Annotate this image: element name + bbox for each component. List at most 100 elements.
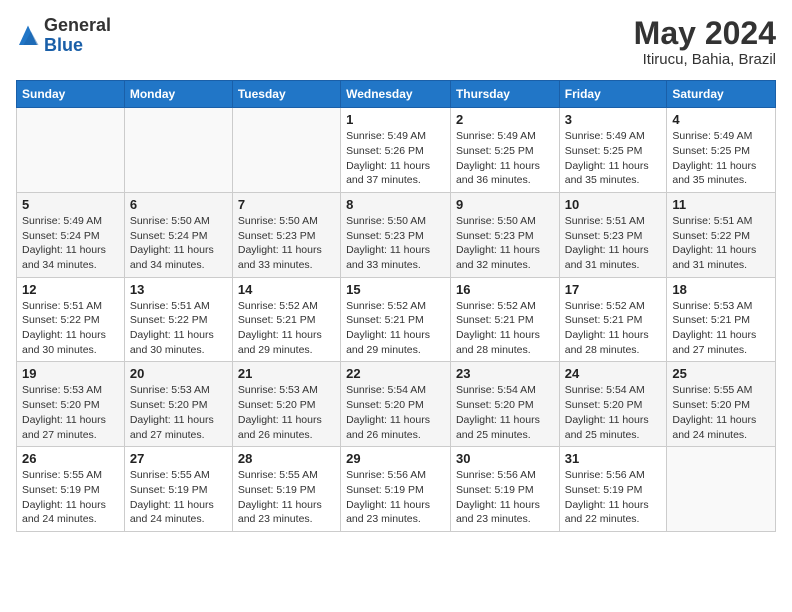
calendar-day-cell: 2Sunrise: 5:49 AM Sunset: 5:25 PM Daylig… — [450, 108, 559, 193]
day-info: Sunrise: 5:53 AM Sunset: 5:20 PM Dayligh… — [238, 383, 335, 442]
day-info: Sunrise: 5:51 AM Sunset: 5:22 PM Dayligh… — [130, 299, 227, 358]
day-info: Sunrise: 5:55 AM Sunset: 5:20 PM Dayligh… — [672, 383, 770, 442]
calendar-day-cell: 19 Sunrise: 5:53 AM Sunset: 5:20 PM Dayli… — [17, 362, 125, 447]
calendar-week-row: 19 Sunrise: 5:53 AM Sunset: 5:20 PM Dayli… — [17, 362, 776, 447]
logo-general-text: General — [44, 15, 111, 35]
day-info: Sunrise: 5:56 AM Sunset: 5:19 PM Dayligh… — [346, 468, 445, 527]
day-number: 7 — [238, 197, 335, 212]
calendar-title: May 2024 — [634, 16, 776, 51]
logo-blue-text: Blue — [44, 35, 83, 55]
day-info: Sunrise: 5:51 AM Sunset: 5:22 PM Dayligh… — [672, 214, 770, 273]
day-info: Sunrise: 5:55 AM Sunset: 5:19 PM Dayligh… — [130, 468, 227, 527]
day-number: 29 — [346, 451, 445, 466]
day-number: 18 — [672, 282, 770, 297]
weekday-header-cell: Thursday — [450, 81, 559, 108]
day-info: Sunrise: 5:55 AM Sunset: 5:19 PM Dayligh… — [238, 468, 335, 527]
day-info: Sunrise: 5:55 AM Sunset: 5:19 PM Dayligh… — [22, 468, 119, 527]
day-info: Sunrise: 5:49 AM Sunset: 5:25 PM Dayligh… — [565, 129, 662, 188]
day-number: 31 — [565, 451, 662, 466]
day-info: Sunrise: 5:52 AM Sunset: 5:21 PM Dayligh… — [346, 299, 445, 358]
day-number: 15 — [346, 282, 445, 297]
day-info: Sunrise: 5:50 AM Sunset: 5:23 PM Dayligh… — [456, 214, 554, 273]
calendar-table: SundayMondayTuesdayWednesdayThursdayFrid… — [16, 80, 776, 532]
calendar-day-cell: 27Sunrise: 5:55 AM Sunset: 5:19 PM Dayli… — [124, 447, 232, 532]
header: General Blue May 2024 Itirucu, Bahia, Br… — [16, 16, 776, 68]
day-number: 12 — [22, 282, 119, 297]
day-info: Sunrise: 5:52 AM Sunset: 5:21 PM Dayligh… — [565, 299, 662, 358]
day-info: Sunrise: 5:50 AM Sunset: 5:23 PM Dayligh… — [238, 214, 335, 273]
calendar-day-cell: 17 Sunrise: 5:52 AM Sunset: 5:21 PM Dayli… — [559, 277, 667, 362]
day-number: 17 — [565, 282, 662, 297]
calendar-day-cell: 31 Sunrise: 5:56 AM Sunset: 5:19 PM Dayli… — [559, 447, 667, 532]
day-info: Sunrise: 5:50 AM Sunset: 5:24 PM Dayligh… — [130, 214, 227, 273]
calendar-day-cell: 3 Sunrise: 5:49 AM Sunset: 5:25 PM Daylig… — [559, 108, 667, 193]
day-number: 5 — [22, 197, 119, 212]
day-info: Sunrise: 5:54 AM Sunset: 5:20 PM Dayligh… — [565, 383, 662, 442]
day-number: 10 — [565, 197, 662, 212]
calendar-day-cell — [232, 108, 340, 193]
day-info: Sunrise: 5:52 AM Sunset: 5:21 PM Dayligh… — [238, 299, 335, 358]
day-number: 20 — [130, 366, 227, 381]
weekday-header-cell: Monday — [124, 81, 232, 108]
day-info: Sunrise: 5:49 AM Sunset: 5:25 PM Dayligh… — [456, 129, 554, 188]
day-number: 30 — [456, 451, 554, 466]
day-number: 16 — [456, 282, 554, 297]
calendar-day-cell: 13Sunrise: 5:51 AM Sunset: 5:22 PM Dayli… — [124, 277, 232, 362]
calendar-day-cell: 30Sunrise: 5:56 AM Sunset: 5:19 PM Dayli… — [450, 447, 559, 532]
calendar-day-cell: 12 Sunrise: 5:51 AM Sunset: 5:22 PM Dayli… — [17, 277, 125, 362]
weekday-header-cell: Tuesday — [232, 81, 340, 108]
logo: General Blue — [16, 16, 111, 56]
calendar-day-cell: 29 Sunrise: 5:56 AM Sunset: 5:19 PM Dayli… — [341, 447, 451, 532]
calendar-day-cell: 15 Sunrise: 5:52 AM Sunset: 5:21 PM Dayli… — [341, 277, 451, 362]
day-info: Sunrise: 5:54 AM Sunset: 5:20 PM Dayligh… — [346, 383, 445, 442]
calendar-day-cell: 9 Sunrise: 5:50 AM Sunset: 5:23 PM Daylig… — [450, 192, 559, 277]
calendar-week-row: 12 Sunrise: 5:51 AM Sunset: 5:22 PM Dayli… — [17, 277, 776, 362]
calendar-day-cell: 1 Sunrise: 5:49 AM Sunset: 5:26 PM Daylig… — [341, 108, 451, 193]
calendar-day-cell: 8Sunrise: 5:50 AM Sunset: 5:23 PM Daylig… — [341, 192, 451, 277]
calendar-day-cell: 14Sunrise: 5:52 AM Sunset: 5:21 PM Dayli… — [232, 277, 340, 362]
weekday-header-cell: Wednesday — [341, 81, 451, 108]
day-info: Sunrise: 5:51 AM Sunset: 5:22 PM Dayligh… — [22, 299, 119, 358]
calendar-day-cell: 25 Sunrise: 5:55 AM Sunset: 5:20 PM Dayli… — [667, 362, 776, 447]
calendar-day-cell: 6 Sunrise: 5:50 AM Sunset: 5:24 PM Daylig… — [124, 192, 232, 277]
calendar-day-cell: 18Sunrise: 5:53 AM Sunset: 5:21 PM Dayli… — [667, 277, 776, 362]
day-number: 11 — [672, 197, 770, 212]
calendar-week-row: 5Sunrise: 5:49 AM Sunset: 5:24 PM Daylig… — [17, 192, 776, 277]
calendar-day-cell: 23 Sunrise: 5:54 AM Sunset: 5:20 PM Dayli… — [450, 362, 559, 447]
day-info: Sunrise: 5:49 AM Sunset: 5:25 PM Dayligh… — [672, 129, 770, 188]
day-number: 6 — [130, 197, 227, 212]
calendar-day-cell — [17, 108, 125, 193]
day-number: 19 — [22, 366, 119, 381]
calendar-day-cell — [124, 108, 232, 193]
day-number: 4 — [672, 112, 770, 127]
calendar-day-cell — [667, 447, 776, 532]
calendar-day-cell: 10Sunrise: 5:51 AM Sunset: 5:23 PM Dayli… — [559, 192, 667, 277]
day-number: 25 — [672, 366, 770, 381]
calendar-body: 1 Sunrise: 5:49 AM Sunset: 5:26 PM Daylig… — [17, 108, 776, 532]
day-number: 24 — [565, 366, 662, 381]
calendar-day-cell: 7 Sunrise: 5:50 AM Sunset: 5:23 PM Daylig… — [232, 192, 340, 277]
day-number: 22 — [346, 366, 445, 381]
day-info: Sunrise: 5:52 AM Sunset: 5:21 PM Dayligh… — [456, 299, 554, 358]
day-number: 28 — [238, 451, 335, 466]
day-number: 1 — [346, 112, 445, 127]
calendar-subtitle: Itirucu, Bahia, Brazil — [634, 51, 776, 68]
calendar-day-cell: 16 Sunrise: 5:52 AM Sunset: 5:21 PM Dayli… — [450, 277, 559, 362]
logo-icon — [16, 24, 40, 48]
weekday-header-cell: Sunday — [17, 81, 125, 108]
calendar-day-cell: 26Sunrise: 5:55 AM Sunset: 5:19 PM Dayli… — [17, 447, 125, 532]
calendar-day-cell: 5Sunrise: 5:49 AM Sunset: 5:24 PM Daylig… — [17, 192, 125, 277]
day-info: Sunrise: 5:53 AM Sunset: 5:20 PM Dayligh… — [130, 383, 227, 442]
weekday-header-row: SundayMondayTuesdayWednesdayThursdayFrid… — [17, 81, 776, 108]
day-number: 3 — [565, 112, 662, 127]
calendar-day-cell: 22 Sunrise: 5:54 AM Sunset: 5:20 PM Dayli… — [341, 362, 451, 447]
day-number: 23 — [456, 366, 554, 381]
day-info: Sunrise: 5:49 AM Sunset: 5:26 PM Dayligh… — [346, 129, 445, 188]
day-info: Sunrise: 5:50 AM Sunset: 5:23 PM Dayligh… — [346, 214, 445, 273]
day-info: Sunrise: 5:54 AM Sunset: 5:20 PM Dayligh… — [456, 383, 554, 442]
day-number: 9 — [456, 197, 554, 212]
calendar-day-cell: 4 Sunrise: 5:49 AM Sunset: 5:25 PM Daylig… — [667, 108, 776, 193]
day-info: Sunrise: 5:56 AM Sunset: 5:19 PM Dayligh… — [565, 468, 662, 527]
day-info: Sunrise: 5:53 AM Sunset: 5:20 PM Dayligh… — [22, 383, 119, 442]
calendar-day-cell: 21Sunrise: 5:53 AM Sunset: 5:20 PM Dayli… — [232, 362, 340, 447]
